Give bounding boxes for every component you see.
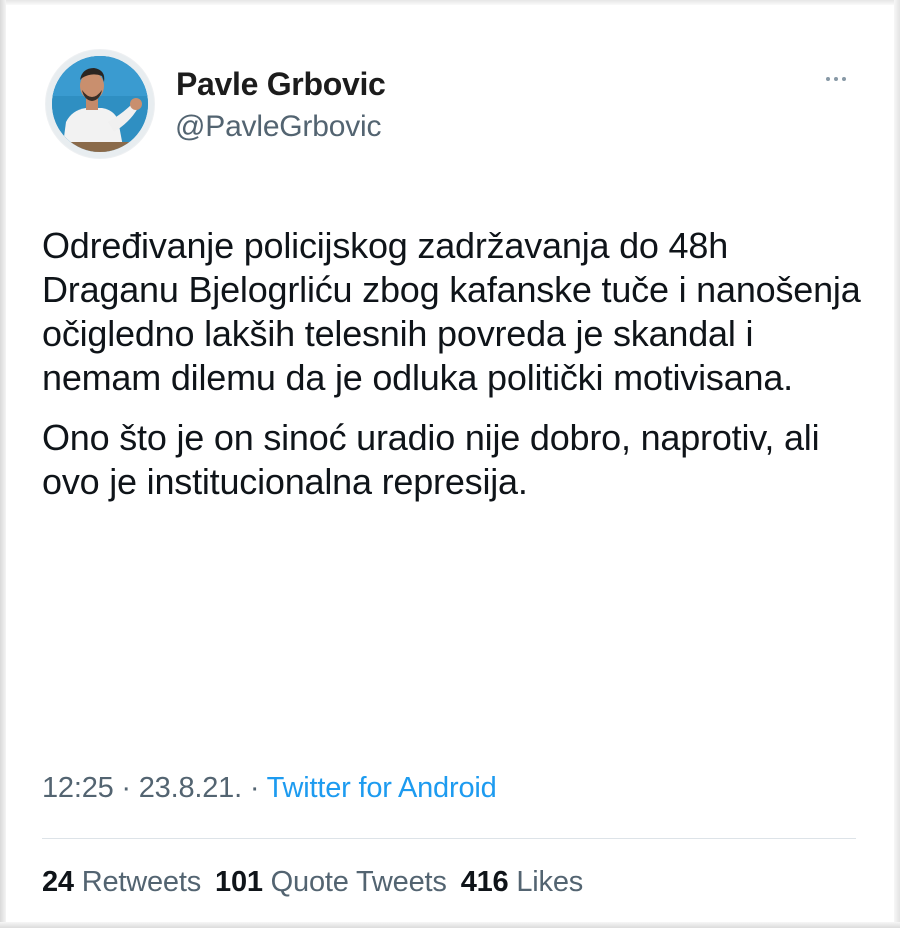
frame-border-bottom xyxy=(0,922,900,928)
retweets-label: Retweets xyxy=(81,866,202,898)
tweet-text: Određivanje policijskog zadržavanja do 4… xyxy=(42,224,872,504)
quote-tweets-count: 101 xyxy=(215,866,263,898)
avatar[interactable] xyxy=(46,50,154,158)
tweet-paragraph: Ono što je on sinoć uradio nije dobro, n… xyxy=(42,417,820,502)
more-dot xyxy=(826,77,830,81)
tweet-stats: 24 Retweets 101 Quote Tweets 416 Likes xyxy=(42,866,597,899)
more-dot xyxy=(834,77,838,81)
frame-border-top xyxy=(0,0,900,5)
tweet-date[interactable]: 23.8.21. xyxy=(139,772,242,804)
frame-border-left xyxy=(0,0,6,928)
quote-tweets-stat[interactable]: 101 Quote Tweets xyxy=(215,866,447,899)
author-handle[interactable]: @PavleGrbovic xyxy=(175,110,381,144)
meta-separator: · xyxy=(241,772,267,804)
quote-tweets-label: Quote Tweets xyxy=(270,866,447,898)
avatar-photo-icon xyxy=(52,56,148,152)
tweet-card: Pavle Grbovic @PavleGrbovic Određivanje … xyxy=(0,0,900,928)
tweet-time[interactable]: 12:25 xyxy=(42,772,114,804)
author-display-name[interactable]: Pavle Grbovic xyxy=(176,66,386,103)
meta-separator: · xyxy=(113,772,139,804)
tweet-meta: 12:25 · 23.8.21. · Twitter for Android xyxy=(42,772,497,805)
tweet-source-link[interactable]: Twitter for Android xyxy=(267,772,497,804)
likes-label: Likes xyxy=(516,866,584,898)
tweet-paragraph: Određivanje policijskog zadržavanja do 4… xyxy=(42,225,861,398)
frame-border-right xyxy=(894,0,900,928)
more-dot xyxy=(842,77,846,81)
likes-stat[interactable]: 416 Likes xyxy=(460,866,584,899)
retweets-stat[interactable]: 24 Retweets xyxy=(42,866,201,899)
avatar-image xyxy=(52,56,148,152)
divider xyxy=(42,838,856,839)
likes-count: 416 xyxy=(460,866,509,898)
retweets-count: 24 xyxy=(42,866,74,898)
more-horizontal-icon[interactable] xyxy=(818,66,854,92)
